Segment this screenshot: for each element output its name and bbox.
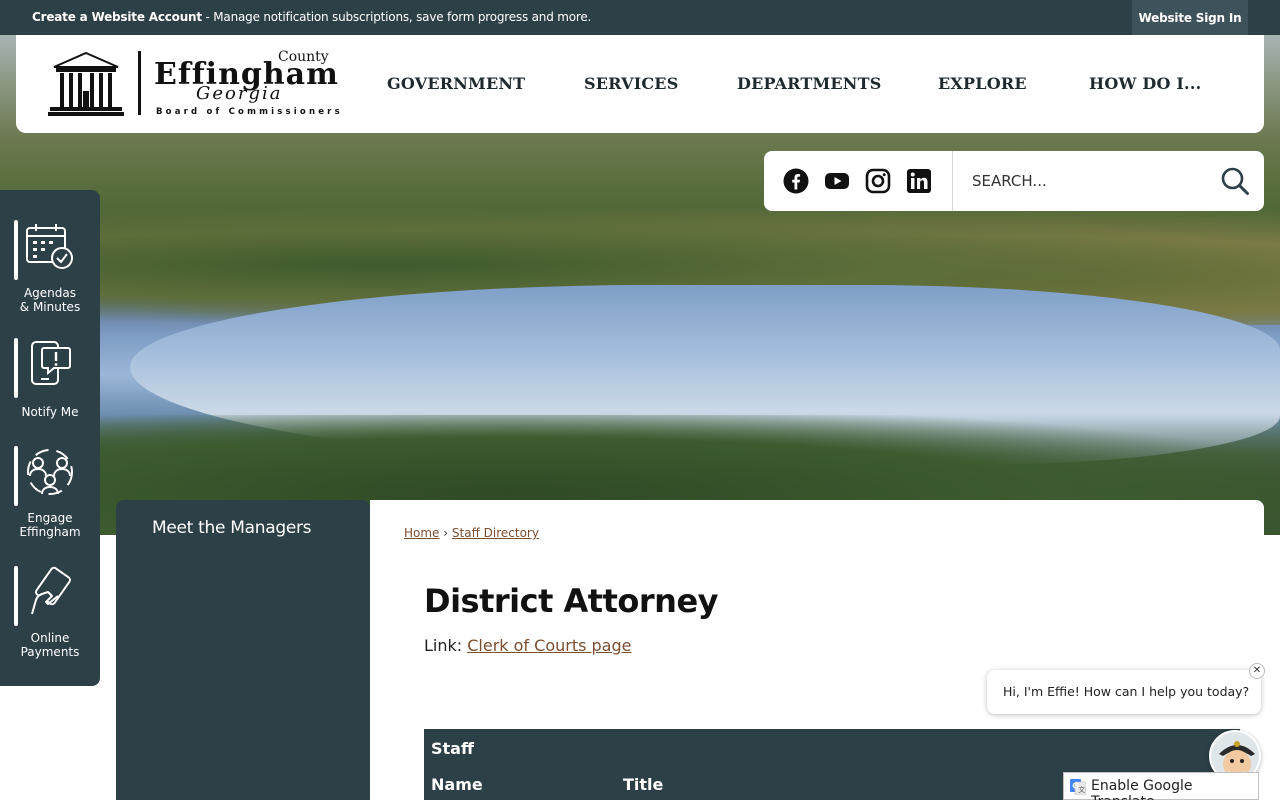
google-translate-label: Enable Google Translate — [1091, 778, 1193, 800]
breadcrumb-staff-directory[interactable]: Staff Directory — [452, 526, 539, 540]
quick-link-accent — [14, 220, 18, 280]
quick-link-label-line1: Online — [30, 631, 70, 645]
courthouse-logo-icon — [48, 51, 124, 116]
quick-link-label-line1: Agendas — [23, 286, 77, 300]
nav-services[interactable]: SERVICES — [584, 74, 678, 93]
top-bar: Create a Website Account - Manage notifi… — [0, 0, 1280, 35]
chat-message: Hi, I'm Effie! How can I help you today? — [1003, 684, 1250, 699]
instagram-icon[interactable] — [865, 168, 891, 194]
breadcrumb: Home › Staff Directory — [404, 526, 539, 540]
quick-link-agendas[interactable]: Agendas & Minutes — [0, 210, 100, 320]
quick-link-online-payments[interactable]: Online Payments — [0, 560, 100, 670]
nav-explore[interactable]: EXPLORE — [938, 74, 1027, 93]
phone-alert-icon — [31, 341, 71, 385]
quick-link-label-line1: Notify Me — [21, 405, 79, 419]
logo-board-text: Board of Commissioners — [156, 107, 343, 117]
quick-link-accent — [14, 566, 18, 626]
secondary-nav: Meet the Managers — [116, 500, 370, 800]
column-header-name[interactable]: Name — [431, 775, 483, 794]
quick-link-notify-me[interactable]: Notify Me — [0, 330, 100, 440]
quick-links-panel: Agendas & Minutes Notify Me Engage Effin… — [0, 190, 100, 686]
create-account-link[interactable]: Create a Website Account - Manage notifi… — [32, 10, 591, 24]
quick-link-label-line1: Engage — [27, 511, 73, 525]
site-header: County Effingham Georgia Board of Commis… — [16, 35, 1264, 133]
clerk-of-courts-link[interactable]: Clerk of Courts page — [467, 636, 631, 655]
card-payment-icon — [31, 566, 72, 615]
logo-divider — [138, 51, 141, 115]
chat-bubble[interactable]: Hi, I'm Effie! How can I help you today?… — [987, 663, 1265, 714]
quick-link-accent — [14, 338, 18, 398]
website-sign-in-button[interactable]: Website Sign In — [1132, 0, 1248, 35]
chat-close-icon[interactable]: ✕ — [1249, 663, 1265, 679]
search-input[interactable] — [972, 165, 1212, 197]
google-translate-icon: G 文 — [1070, 779, 1086, 795]
page-title: District Attorney — [424, 582, 719, 620]
svg-text:文: 文 — [1078, 785, 1085, 794]
nav-how-do-i[interactable]: HOW DO I... — [1089, 74, 1201, 93]
breadcrumb-home[interactable]: Home — [404, 526, 439, 540]
quick-link-label-line2: Effingham — [19, 525, 81, 539]
google-translate-button[interactable]: G 文 Enable Google Translate — [1063, 772, 1259, 800]
quick-link-label-line2: & Minutes — [19, 300, 81, 314]
facebook-icon[interactable] — [783, 168, 809, 194]
logo-state-script: Georgia — [196, 83, 283, 104]
related-link-prefix: Link: — [424, 636, 468, 655]
nav-government[interactable]: GOVERNMENT — [387, 74, 525, 93]
search-divider — [952, 151, 953, 211]
create-account-title[interactable]: Create a Website Account — [32, 10, 202, 24]
create-account-description: - Manage notification subscriptions, sav… — [201, 10, 592, 24]
breadcrumb-separator: › — [443, 526, 449, 540]
people-group-icon — [27, 449, 73, 495]
quick-link-label-line2: Payments — [20, 645, 80, 659]
secondary-nav-meet-the-managers[interactable]: Meet the Managers — [152, 518, 312, 538]
search-social-bar — [764, 151, 1264, 211]
column-header-title[interactable]: Title — [623, 775, 663, 794]
site-logo[interactable]: County Effingham Georgia Board of Commis… — [48, 49, 348, 119]
calendar-check-icon — [26, 224, 73, 269]
quick-link-accent — [14, 446, 18, 506]
linkedin-icon[interactable] — [906, 168, 932, 194]
main-content: Home › Staff Directory District Attorney… — [370, 500, 1264, 800]
youtube-icon[interactable] — [824, 168, 850, 194]
staff-table-caption: Staff — [431, 739, 474, 758]
related-link-line: Link: Clerk of Courts page — [424, 636, 631, 655]
nav-departments[interactable]: DEPARTMENTS — [737, 74, 881, 93]
search-icon[interactable] — [1220, 166, 1250, 196]
quick-link-engage-effingham[interactable]: Engage Effingham — [0, 440, 100, 550]
